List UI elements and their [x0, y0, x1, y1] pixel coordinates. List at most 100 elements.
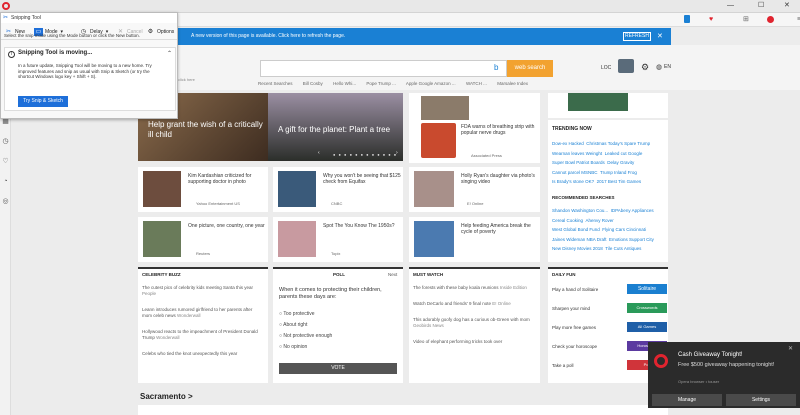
settings-button[interactable]: Settings	[726, 394, 796, 406]
quick-link[interactable]: Bill Cosby	[303, 81, 323, 86]
radio-icon[interactable]: ○	[279, 311, 282, 317]
quick-link[interactable]: Hello Whi...	[333, 81, 356, 86]
story-tile[interactable]: Holly Ryan's daughter via photo's singin…	[409, 167, 540, 212]
trending-link[interactable]: Leaked cut Google	[605, 151, 643, 156]
radio-icon[interactable]: ○	[279, 333, 282, 339]
close-icon[interactable]: ✕	[657, 28, 663, 45]
quick-link[interactable]: Pope Trump ...	[366, 81, 396, 86]
gear-icon[interactable]: ⚙	[641, 62, 649, 73]
notice-text[interactable]: A new version of this page is available.…	[191, 33, 345, 39]
snipping-tool-title-bar[interactable]: ✂ Snipping Tool	[1, 13, 177, 23]
recommended-link[interactable]: Cereal Cooking	[552, 218, 583, 223]
refresh-button[interactable]: REFRESH	[623, 32, 651, 41]
ap-story-tile[interactable]: FDA warns of breathing strip with popula…	[409, 120, 540, 163]
recommended-link[interactable]: West Global Bond Fund	[552, 227, 600, 232]
poll-option[interactable]: ○ No opinion	[279, 342, 332, 353]
must-watch-panel: MUST WATCH The forests with these baby k…	[409, 267, 540, 383]
carousel-prev-icon[interactable]: ‹	[318, 150, 320, 156]
quick-link[interactable]: Recent Searches	[258, 81, 293, 86]
daily-fun-title: DAILY FUN	[552, 272, 576, 277]
opera-logo-icon[interactable]	[2, 2, 10, 10]
recommended-link[interactable]: IDPAbeny Appliances	[611, 208, 654, 213]
minimize-window-icon[interactable]: —	[727, 0, 734, 12]
recommended-link[interactable]: Flying Cars Cincinnati	[602, 227, 646, 232]
collapse-icon[interactable]: ⌃	[167, 50, 172, 57]
notification-toast[interactable]: ✕ Cash Giveaway Tonight! Free $500 givea…	[648, 342, 800, 408]
story-tile[interactable]: Kim Kardashian criticized for supporting…	[138, 167, 268, 212]
story-caption[interactable]: Why you won't be seeing that $125 check …	[323, 173, 401, 185]
story-tile[interactable]: One picture, one country, one year Reute…	[138, 217, 268, 262]
story-caption[interactable]: Kim Kardashian criticized for supporting…	[188, 173, 266, 185]
web-search-button[interactable]: web search	[507, 60, 553, 77]
try-snip-sketch-button[interactable]: Try Snip & Sketch	[18, 96, 68, 107]
must-watch-item: Video of elephant performing tricks took…	[413, 339, 503, 344]
radio-icon[interactable]: ○	[279, 322, 282, 328]
sacramento-heading[interactable]: Sacramento >	[140, 392, 193, 401]
story-tile[interactable]: Why you won't be seeing that $125 check …	[273, 167, 403, 212]
manage-button[interactable]: Manage	[652, 394, 722, 406]
bookmark-icon[interactable]: ⊞	[743, 13, 749, 26]
search-input[interactable]	[260, 60, 507, 77]
story-caption[interactable]: Holly Ryan's daughter via photo's singin…	[461, 173, 537, 185]
poll-question: When it comes to protecting their childr…	[279, 287, 382, 300]
left-rail-hint: click here	[178, 77, 195, 82]
weather-icon[interactable]	[618, 59, 634, 73]
poll-option[interactable]: ○ About right	[279, 320, 332, 331]
recommended-link[interactable]: Jaines Wideman NBA Draft	[552, 237, 607, 242]
history-icon[interactable]: ◷	[1, 137, 10, 146]
crosswords-badge[interactable]: Crosswords	[627, 303, 667, 313]
recommended-link[interactable]: Ahenvy Rover	[586, 218, 614, 223]
globe-icon[interactable]: ◍	[656, 63, 662, 71]
trending-link[interactable]: Wearnan leaves Weinght	[552, 151, 602, 156]
shield-icon[interactable]	[684, 15, 690, 23]
radio-icon[interactable]: ○	[279, 344, 282, 350]
heart-icon[interactable]: ♥	[709, 13, 713, 26]
quick-link[interactable]: WATCH ...	[466, 81, 487, 86]
story-caption[interactable]: One picture, one country, one year	[188, 223, 266, 229]
settings-icon[interactable]: ◎	[1, 197, 10, 206]
quick-link[interactable]: Marsalee Index	[497, 81, 528, 86]
ad-tile[interactable]	[548, 93, 668, 118]
close-window-icon[interactable]: ✕	[784, 0, 790, 12]
recommended-link[interactable]: New Disney Movies 2018	[552, 246, 603, 251]
hero-second-caption[interactable]: A gift for the planet: Plant a tree	[278, 125, 398, 135]
snipping-tool-window[interactable]: ✂ Snipping Tool ✂ New ▭ Mode ▾ ◷ Delay ▾ ✕ Can…	[0, 12, 178, 119]
trending-link[interactable]: Cannot parcel MSNBC	[552, 170, 598, 175]
all-games-badge[interactable]: All Games	[627, 322, 667, 332]
story-source: Yahoo Entertainment US	[196, 201, 240, 206]
recommended-link[interactable]: Shandon Washington Cou...	[552, 208, 608, 213]
hero-main-caption[interactable]: Help grant the wish of a critically ill …	[148, 120, 263, 140]
language-label[interactable]: EN	[664, 64, 671, 70]
opera-logo-icon	[654, 354, 668, 368]
chevron-right-icon[interactable]: >	[188, 392, 193, 401]
story-caption[interactable]: Spot The You Know The 1950s?	[323, 223, 401, 229]
trending-link[interactable]: Is Brady's stone OK?	[552, 179, 594, 184]
weather-location[interactable]: LOC	[601, 65, 611, 71]
trending-link[interactable]: Dow-ex Hacked	[552, 141, 584, 146]
trending-link[interactable]: Christmas Today's Spare Trump	[586, 141, 650, 146]
maximize-window-icon[interactable]: ☐	[758, 0, 764, 12]
trending-link[interactable]: Super Bowl Patriot Boards	[552, 160, 605, 165]
profile-icon[interactable]	[767, 16, 774, 23]
heart-sidebar-icon[interactable]: ♡	[1, 157, 10, 166]
recommended-link[interactable]: Emotions Support City	[609, 237, 654, 242]
poll-next-link[interactable]: Next	[388, 272, 397, 277]
story-caption[interactable]: Help feeding America break the cycle of …	[461, 223, 537, 235]
poll-option[interactable]: ○ Not protective enough	[279, 331, 332, 342]
story-tile[interactable]: Help feeding America break the cycle of …	[409, 217, 540, 262]
ap-story-caption[interactable]: FDA warns of breathing strip with popula…	[461, 124, 536, 136]
story-tile[interactable]: Spot The You Know The 1950s? Topix	[273, 217, 403, 262]
close-icon[interactable]: ✕	[788, 345, 793, 352]
clock-icon[interactable]: ◔	[1, 177, 10, 186]
quick-link[interactable]: Apple Google Amazon ...	[406, 81, 456, 86]
vote-button[interactable]: VOTE	[279, 363, 397, 374]
trending-link[interactable]: Trump Inland Frog	[600, 170, 637, 175]
recommended-link[interactable]: Tile Cuts Antiques	[605, 246, 641, 251]
trending-link[interactable]: Delay Gravity	[607, 160, 634, 165]
trending-link[interactable]: 2017 Best Tim Games	[597, 179, 642, 184]
celebrity-item: Leann introduces rumored girlfriend to h…	[142, 307, 253, 318]
carousel-dots[interactable]: ● ● ● ● ● ● ● ● ● ● ● ●	[333, 152, 397, 157]
poll-option[interactable]: ○ Too protective	[279, 309, 332, 320]
carousel-next-icon[interactable]: ›	[396, 150, 398, 156]
solitaire-badge[interactable]: Solitaire	[627, 284, 667, 294]
